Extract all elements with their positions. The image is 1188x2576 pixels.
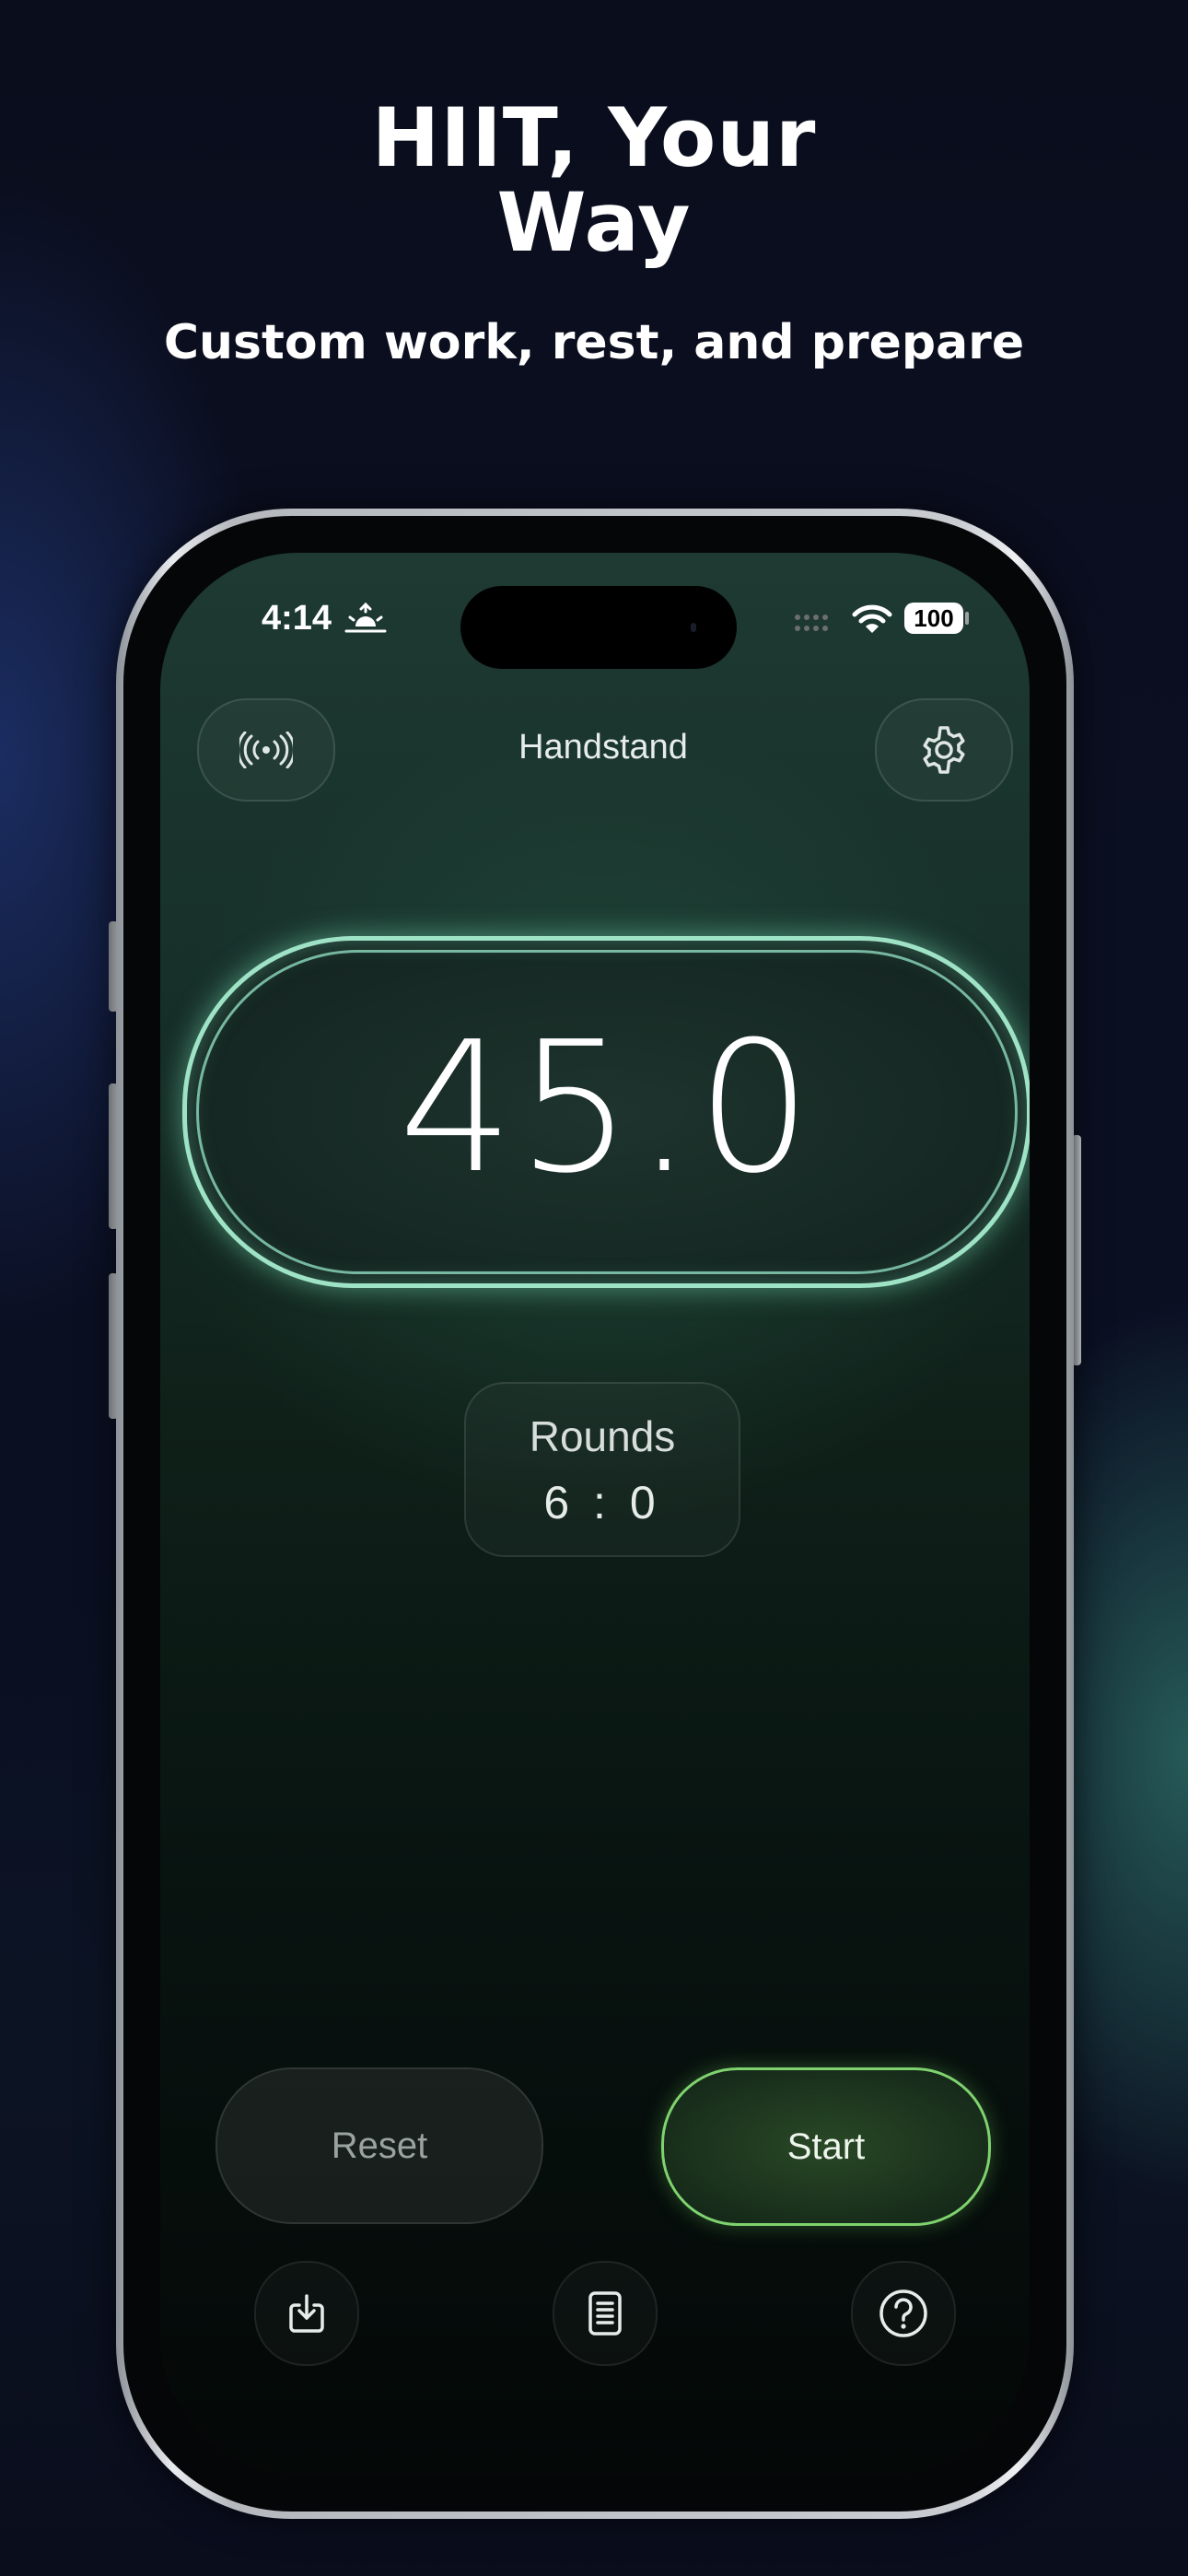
reset-button[interactable]: Reset bbox=[215, 2067, 543, 2224]
battery-tip bbox=[965, 612, 969, 625]
promo-subhead: Custom work, rest, and prepare bbox=[163, 315, 1025, 370]
dynamic-island bbox=[460, 586, 737, 669]
help-icon bbox=[879, 2289, 927, 2337]
import-button[interactable] bbox=[254, 2261, 359, 2366]
start-button[interactable]: Start bbox=[661, 2067, 991, 2226]
status-time: 4:14 bbox=[262, 599, 332, 638]
timer-value: 45.0 bbox=[398, 1003, 816, 1213]
app-screen: 4:14 100 Handstand 45.0 Rounds 6: 0 Res… bbox=[160, 553, 1030, 2475]
camera-dot bbox=[691, 623, 696, 632]
rounds-value: 6 : 0 bbox=[543, 1477, 661, 1528]
cellular-signal-icon bbox=[795, 615, 828, 631]
settings-button[interactable] bbox=[875, 698, 1013, 802]
log-button[interactable] bbox=[553, 2261, 658, 2366]
import-icon bbox=[289, 2294, 324, 2333]
list-icon bbox=[588, 2291, 622, 2336]
rounds-label: Rounds bbox=[529, 1412, 676, 1460]
wifi-icon bbox=[852, 604, 892, 633]
promo-headline-line1: HIIT, Your bbox=[371, 90, 817, 185]
promo-headline-line2: Way bbox=[496, 175, 692, 270]
timer-display[interactable]: 45.0 bbox=[182, 936, 1030, 1288]
phone-bezel: 4:14 100 Handstand 45.0 Rounds 6: 0 Res… bbox=[123, 516, 1066, 2512]
help-button[interactable] bbox=[851, 2261, 956, 2366]
gear-icon bbox=[923, 726, 965, 774]
phone-frame: 4:14 100 Handstand 45.0 Rounds 6: 0 Res… bbox=[116, 509, 1074, 2519]
battery-icon: 100 bbox=[904, 603, 963, 634]
promo-headline: HIIT, Your Way bbox=[0, 96, 1188, 265]
sunrise-icon bbox=[344, 602, 387, 633]
rounds-card[interactable]: Rounds 6 : 0 bbox=[464, 1382, 740, 1557]
